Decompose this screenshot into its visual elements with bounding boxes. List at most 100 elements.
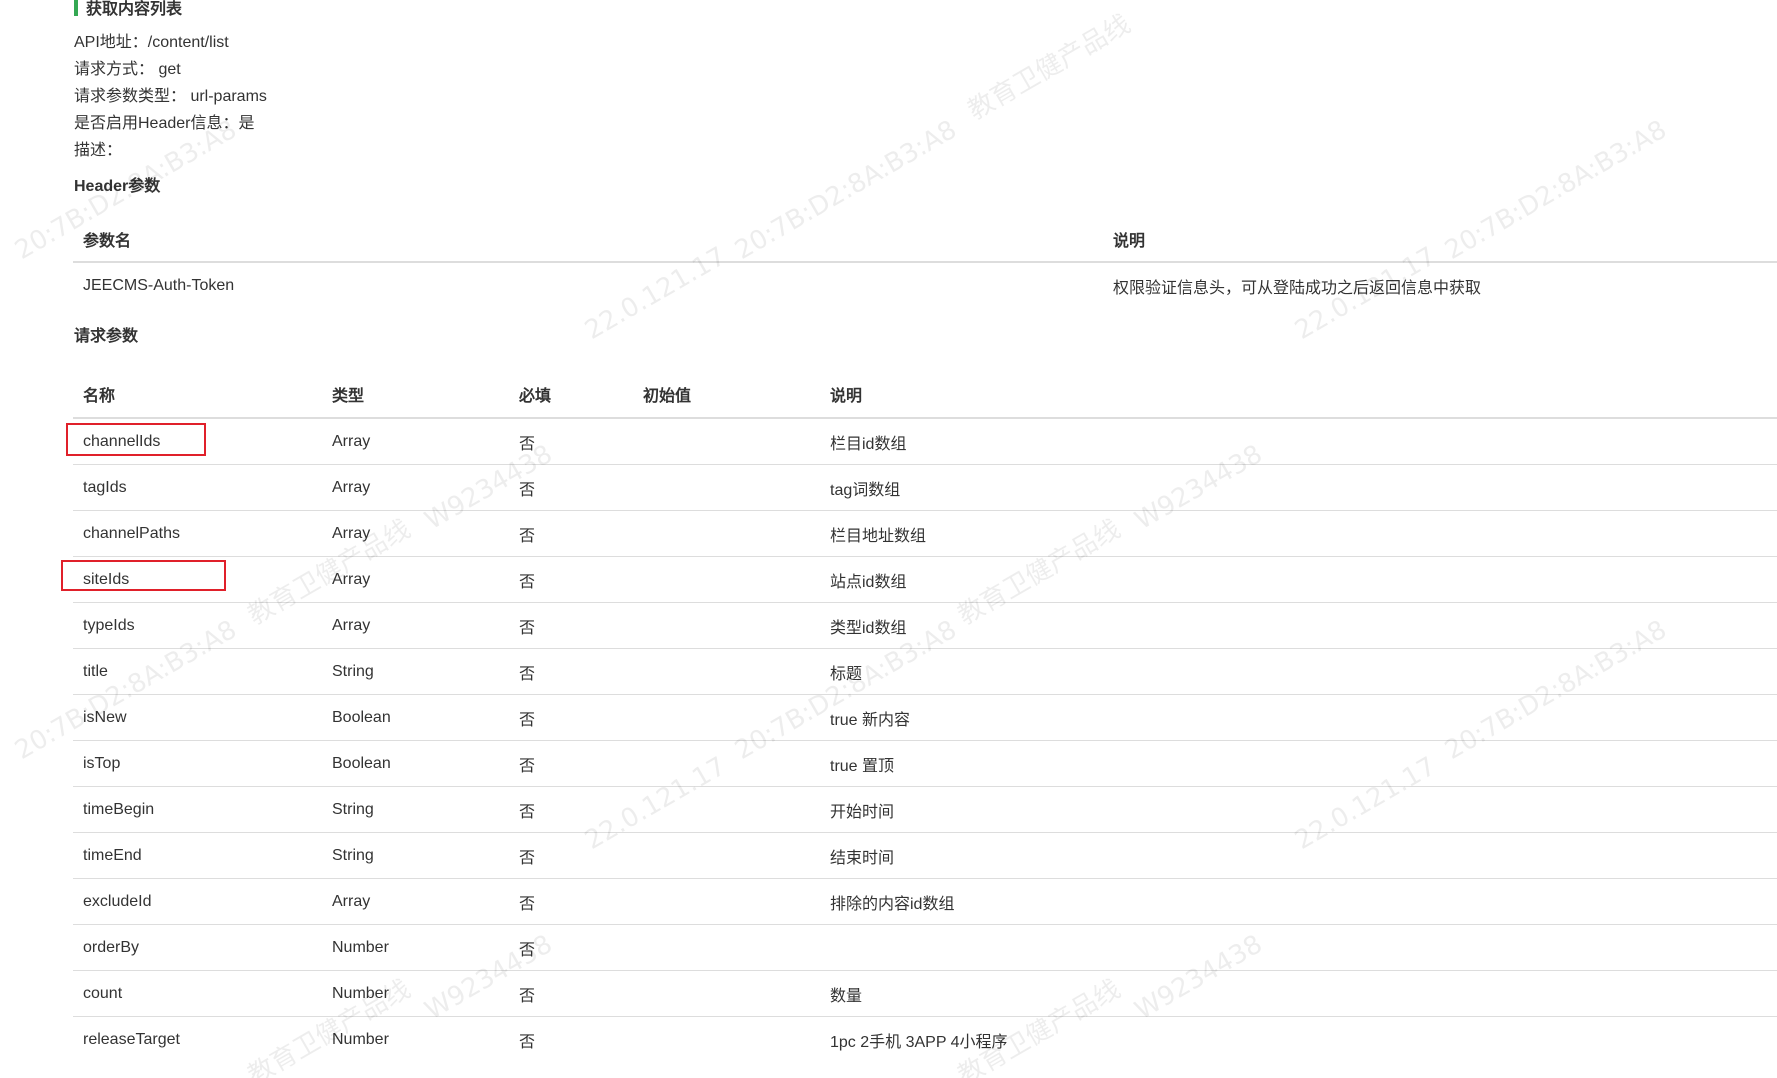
param-name-cell: typeIds bbox=[73, 602, 322, 649]
param-type-cell: String bbox=[322, 832, 509, 879]
param-type-cell: Array bbox=[322, 556, 509, 603]
header-enabled: 是否启用Header信息：是 bbox=[74, 115, 255, 132]
param-name-cell: releaseTarget bbox=[83, 1030, 180, 1048]
table-row: tagIds Array 否 tag词数组 bbox=[73, 464, 1777, 511]
header-params-heading: Header参数 bbox=[74, 178, 161, 195]
request-params-header-row: 名称 类型 必填 初始值 说明 bbox=[73, 370, 1777, 419]
col-default: 初始值 bbox=[633, 370, 820, 419]
table-row: timeEnd String 否 结束时间 bbox=[73, 832, 1777, 879]
param-default-cell bbox=[633, 464, 820, 511]
watermark-text: 教育卫健产品线 bbox=[963, 9, 1136, 127]
param-desc-cell: true 新内容 bbox=[820, 694, 1777, 741]
param-desc-cell: 栏目id数组 bbox=[820, 418, 1777, 465]
col-name: 名称 bbox=[73, 370, 322, 419]
param-required-cell: 否 bbox=[509, 510, 633, 557]
param-desc-cell bbox=[820, 924, 1777, 971]
section-title-text: 获取内容列表 bbox=[86, 1, 183, 18]
api-address: API地址：/content/list bbox=[74, 34, 229, 51]
param-type-cell: Array bbox=[322, 602, 509, 649]
param-type-cell: Array bbox=[322, 510, 509, 557]
request-param-type: 请求参数类型： url-params bbox=[74, 88, 267, 105]
param-default-cell bbox=[633, 556, 820, 603]
param-required-cell: 否 bbox=[519, 1033, 536, 1051]
col-required: 必填 bbox=[509, 370, 633, 419]
table-row: releaseTarget Number 否 1pc 2手机 3APP 4小程序 bbox=[73, 1017, 1777, 1063]
col-param-desc: 说明 bbox=[1103, 217, 1777, 263]
param-name-cell: channelPaths bbox=[73, 510, 322, 557]
table-row: channelPaths Array 否 栏目地址数组 bbox=[73, 510, 1777, 557]
param-default-cell bbox=[633, 694, 820, 741]
request-method: 请求方式： get bbox=[74, 61, 181, 78]
param-desc-cell: 数量 bbox=[820, 970, 1777, 1017]
param-required-cell: 否 bbox=[509, 924, 633, 971]
api-description: 描述： bbox=[74, 142, 123, 159]
param-type-cell: Number bbox=[322, 924, 509, 971]
param-desc-cell: 排除的内容id数组 bbox=[820, 878, 1777, 925]
param-desc-cell: 标题 bbox=[820, 648, 1777, 695]
param-required-cell: 否 bbox=[509, 648, 633, 695]
param-default-cell bbox=[633, 740, 820, 787]
table-row: channelIds Array 否栏目id数组 bbox=[73, 418, 1777, 465]
param-default-cell bbox=[633, 602, 820, 649]
param-required-cell: 否 bbox=[509, 832, 633, 879]
table-row: isNew Boolean 否 true 新内容 bbox=[73, 694, 1777, 741]
param-type-cell: Array bbox=[322, 878, 509, 925]
table-row: JEECMS-Auth-Token 权限验证信息头，可从登陆成功之后返回信息中获取 bbox=[73, 262, 1777, 309]
param-required-cell: 否 bbox=[509, 970, 633, 1017]
highlight-box-channelIds bbox=[66, 423, 206, 456]
param-default-cell bbox=[633, 648, 820, 695]
request-params-heading: 请求参数 bbox=[74, 328, 139, 345]
col-type: 类型 bbox=[322, 370, 509, 419]
param-desc-cell: 栏目地址数组 bbox=[820, 510, 1777, 557]
param-type-cell: Boolean bbox=[322, 740, 509, 787]
param-name-cell: count bbox=[73, 970, 322, 1017]
header-params-table: 参数名 说明 JEECMS-Auth-Token 权限验证信息头，可从登陆成功之后… bbox=[73, 217, 1777, 309]
param-type-cell: String bbox=[322, 648, 509, 695]
param-required-cell: 否 bbox=[509, 556, 633, 603]
table-row: orderBy Number 否 bbox=[73, 924, 1777, 971]
param-default-cell bbox=[633, 924, 820, 971]
param-desc-cell: 站点id数组 bbox=[820, 556, 1777, 603]
param-type-cell: Array bbox=[322, 464, 509, 511]
param-required-cell: 否 bbox=[509, 694, 633, 741]
param-name-cell: timeEnd bbox=[73, 832, 322, 879]
param-name-cell: timeBegin bbox=[73, 786, 322, 833]
param-name-cell: isNew bbox=[73, 694, 322, 741]
param-name-cell: title bbox=[73, 648, 322, 695]
request-params-table: 名称 类型 必填 初始值 说明 channelIds Array 否栏目id数组 ta… bbox=[73, 370, 1777, 1062]
section-title: 获取内容列表 bbox=[74, 0, 182, 18]
param-name-cell: tagIds bbox=[73, 464, 322, 511]
param-required-cell: 否 bbox=[509, 878, 633, 925]
param-default-cell bbox=[633, 832, 820, 879]
table-row: timeBegin String 否 开始时间 bbox=[73, 786, 1777, 833]
table-row: count Number 否 数量 bbox=[73, 970, 1777, 1017]
param-desc-cell: true 置顶 bbox=[820, 740, 1777, 787]
param-type-cell: Boolean bbox=[322, 694, 509, 741]
param-required-cell: 否 bbox=[509, 602, 633, 649]
param-type-cell: String bbox=[322, 786, 509, 833]
header-params-header-row: 参数名 说明 bbox=[73, 217, 1777, 263]
param-required-cell: 否 bbox=[509, 740, 633, 787]
param-desc-cell: tag词数组 bbox=[820, 464, 1777, 511]
param-required-cell: 否 bbox=[509, 786, 633, 833]
param-type-cell: Number bbox=[322, 970, 509, 1017]
param-default-cell bbox=[633, 786, 820, 833]
param-type-cell: Array bbox=[322, 418, 509, 465]
table-row: isTop Boolean 否 true 置顶 bbox=[73, 740, 1777, 787]
section-accent-bar bbox=[74, 0, 78, 16]
param-desc-cell: 结束时间 bbox=[820, 832, 1777, 879]
param-type-cell: Number bbox=[332, 1030, 389, 1048]
param-desc-cell: 类型id数组 bbox=[820, 602, 1777, 649]
param-name-cell: JEECMS-Auth-Token bbox=[83, 277, 235, 294]
table-row: typeIds Array 否 类型id数组 bbox=[73, 602, 1777, 649]
param-default-cell bbox=[633, 1017, 820, 1063]
table-row: siteIds Array 否站点id数组 bbox=[73, 556, 1777, 603]
col-param-name: 参数名 bbox=[73, 217, 1103, 263]
param-desc-cell: 1pc 2手机 3APP 4小程序 bbox=[830, 1033, 1008, 1051]
param-default-cell bbox=[633, 510, 820, 557]
param-required-cell: 否 bbox=[509, 464, 633, 511]
param-name-cell: excludeId bbox=[73, 878, 322, 925]
param-required-cell: 否 bbox=[509, 418, 633, 465]
highlight-box-siteIds bbox=[61, 560, 226, 591]
param-desc-cell: 权限验证信息头，可从登陆成功之后返回信息中获取 bbox=[1113, 280, 1482, 297]
